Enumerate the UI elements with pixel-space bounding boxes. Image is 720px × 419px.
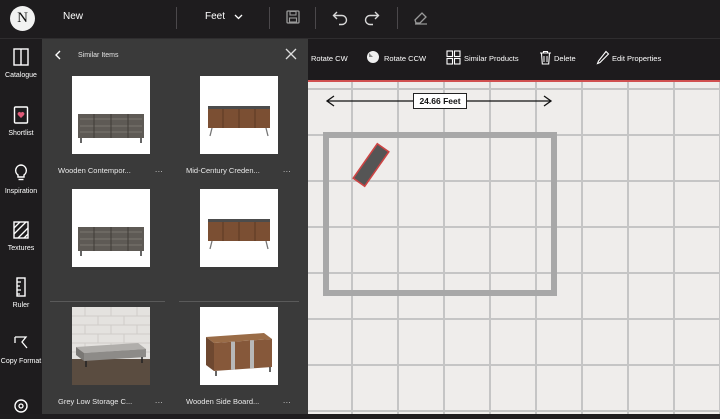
floor-plan-canvas[interactable]: 24.66 Feet bbox=[308, 39, 720, 414]
delete-button[interactable]: Delete bbox=[538, 39, 580, 80]
product-image bbox=[200, 307, 278, 385]
rail-item-settings[interactable] bbox=[0, 397, 42, 415]
unit-select[interactable]: Feet bbox=[196, 6, 252, 28]
rotate-cw-label: Rotate CW bbox=[311, 54, 348, 63]
rail-item-catalogue[interactable]: Catalogue bbox=[0, 47, 42, 80]
trash-icon bbox=[540, 50, 551, 65]
rail-label: Textures bbox=[7, 245, 35, 252]
catalogue-icon bbox=[13, 48, 29, 66]
close-icon[interactable] bbox=[284, 47, 298, 61]
toolbar-divider bbox=[315, 7, 316, 29]
rotate-cw-button[interactable]: Rotate CW bbox=[308, 39, 356, 80]
row-divider bbox=[179, 301, 299, 302]
more-options-icon[interactable]: ... bbox=[283, 165, 291, 174]
similar-item-card[interactable]: Mid-Century Creden... ... bbox=[179, 76, 299, 188]
edit-properties-button[interactable]: Edit Properties bbox=[596, 39, 666, 80]
textures-icon bbox=[13, 221, 29, 239]
ruler-icon bbox=[16, 277, 26, 297]
similar-item-card[interactable]: Wooden Contempor... ... bbox=[51, 76, 171, 188]
toolbar-divider bbox=[397, 7, 398, 29]
product-image bbox=[72, 307, 150, 385]
furniture-piece[interactable] bbox=[352, 142, 390, 188]
similar-products-label: Similar Products bbox=[464, 54, 519, 63]
product-image bbox=[200, 76, 278, 154]
similar-item-card[interactable]: Grey Low Storage C... ... bbox=[51, 307, 171, 419]
product-title: Wooden Contempor... bbox=[58, 166, 131, 175]
object-toolbar: Rotate CW Rotate CCW Similar Products De… bbox=[308, 39, 720, 82]
similar-item-card[interactable]: Wooden Side Board... ... bbox=[179, 307, 299, 419]
rail-item-inspiration[interactable]: Inspiration bbox=[0, 163, 42, 196]
panel-title: Similar Items bbox=[78, 52, 119, 59]
undo-icon[interactable] bbox=[331, 8, 349, 26]
rotate-ccw-icon bbox=[367, 51, 379, 63]
similar-item-card[interactable] bbox=[51, 189, 171, 301]
similar-items-panel: Similar Items Wooden Contempor... ... Mi… bbox=[42, 39, 308, 414]
redo-icon[interactable] bbox=[363, 8, 381, 26]
row-divider bbox=[50, 301, 165, 302]
save-icon[interactable] bbox=[284, 8, 302, 26]
edit-properties-label: Edit Properties bbox=[612, 54, 662, 63]
room-outline[interactable] bbox=[323, 132, 557, 296]
app-logo[interactable]: N bbox=[10, 6, 35, 31]
new-design-button[interactable]: New bbox=[63, 11, 83, 22]
rotate-ccw-button[interactable]: Rotate CCW bbox=[364, 39, 432, 80]
rotate-ccw-label: Rotate CCW bbox=[384, 54, 427, 63]
rail-item-copy-format[interactable]: Copy Format bbox=[0, 333, 42, 366]
pencil-icon bbox=[596, 50, 610, 65]
product-title: Mid-Century Creden... bbox=[186, 166, 260, 175]
product-title: Grey Low Storage C... bbox=[58, 397, 133, 406]
lightbulb-icon bbox=[14, 164, 28, 181]
copy-format-icon bbox=[14, 336, 28, 349]
product-title: Wooden Side Board... bbox=[186, 397, 260, 406]
unit-select-value: Feet bbox=[205, 11, 226, 22]
more-options-icon[interactable]: ... bbox=[283, 396, 291, 405]
shortlist-heart-icon bbox=[13, 106, 29, 124]
rail-label: Inspiration bbox=[4, 188, 38, 195]
gear-icon bbox=[14, 399, 28, 413]
left-rail: Catalogue Shortlist Inspiration Textures… bbox=[0, 39, 42, 414]
rail-item-textures[interactable]: Textures bbox=[0, 220, 42, 253]
dimension-label: 24.66 Feet bbox=[413, 93, 467, 109]
back-chevron-icon[interactable] bbox=[54, 50, 62, 60]
product-image bbox=[200, 189, 278, 267]
toolbar-divider bbox=[269, 7, 270, 29]
eraser-icon[interactable] bbox=[412, 8, 430, 26]
rail-item-ruler[interactable]: Ruler bbox=[0, 277, 42, 310]
toolbar-divider bbox=[176, 7, 177, 29]
panel-header: Similar Items bbox=[42, 39, 308, 71]
top-bar: N New Feet bbox=[0, 0, 720, 39]
rail-label: Ruler bbox=[12, 302, 30, 309]
rail-item-shortlist[interactable]: Shortlist bbox=[0, 105, 42, 138]
more-options-icon[interactable]: ... bbox=[155, 396, 163, 405]
similar-products-icon bbox=[446, 50, 461, 65]
similar-item-card[interactable] bbox=[179, 189, 299, 301]
rail-label: Copy Format bbox=[0, 358, 42, 365]
more-options-icon[interactable]: ... bbox=[155, 165, 163, 174]
delete-label: Delete bbox=[554, 54, 576, 63]
similar-products-button[interactable]: Similar Products bbox=[445, 39, 525, 80]
product-image bbox=[72, 189, 150, 267]
rail-label: Shortlist bbox=[8, 130, 34, 137]
chevron-down-icon bbox=[234, 14, 243, 20]
rail-label: Catalogue bbox=[5, 72, 37, 79]
product-image bbox=[72, 76, 150, 154]
